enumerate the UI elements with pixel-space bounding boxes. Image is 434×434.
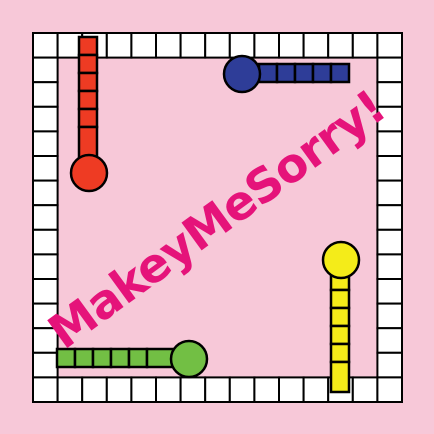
track-square (32, 179, 59, 207)
track-square (376, 327, 403, 354)
yellow-home-square (329, 360, 351, 394)
track-square (32, 130, 59, 157)
track-square (105, 376, 133, 403)
track-square (351, 376, 379, 403)
track-square (179, 376, 207, 403)
track-square (81, 376, 108, 403)
track-square (376, 302, 403, 330)
track-square (155, 32, 182, 59)
track-square (376, 351, 403, 379)
track-square (376, 179, 403, 207)
track-square (179, 32, 207, 59)
blue-home-square (311, 62, 333, 84)
track-square (253, 32, 280, 59)
track-square (376, 376, 403, 403)
blue-home-square (275, 62, 297, 84)
track-square (376, 155, 403, 182)
green-start-circle (169, 339, 209, 379)
track-square (32, 155, 59, 182)
track-square (376, 204, 403, 231)
blue-home-square (257, 62, 279, 84)
track-square (376, 56, 403, 84)
yellow-home-square (329, 342, 351, 364)
track-square (302, 32, 330, 59)
track-square (130, 32, 157, 59)
blue-start-circle (222, 54, 262, 94)
green-home-square (91, 347, 113, 369)
red-home-square (77, 89, 99, 111)
track-square (376, 32, 403, 59)
track-square (32, 56, 59, 84)
red-home-square (77, 35, 99, 57)
track-square (105, 32, 133, 59)
track-square (228, 32, 256, 59)
track-square (278, 32, 305, 59)
track-square (32, 351, 59, 379)
track-square (376, 130, 403, 157)
track-square (376, 81, 403, 108)
track-square (204, 376, 231, 403)
red-start-circle (69, 153, 109, 193)
track-square (32, 32, 59, 59)
blue-home-square (293, 62, 315, 84)
track-square (155, 376, 182, 403)
track-square (32, 105, 59, 133)
track-square (278, 376, 305, 403)
track-square (327, 32, 354, 59)
track-square (302, 376, 330, 403)
red-home-square (77, 53, 99, 75)
track-square (376, 278, 403, 305)
green-home-square (127, 347, 149, 369)
track-square (351, 32, 379, 59)
green-home-square (109, 347, 131, 369)
yellow-home-square (329, 324, 351, 346)
track-square (32, 376, 59, 403)
track-square (376, 228, 403, 256)
track-square (253, 376, 280, 403)
track-square (228, 376, 256, 403)
track-square (32, 81, 59, 108)
track-square (32, 228, 59, 256)
track-square (32, 253, 59, 280)
track-square (204, 32, 231, 59)
blue-home-square (329, 62, 351, 84)
red-home-square (77, 71, 99, 93)
yellow-home-square (329, 306, 351, 328)
track-square (376, 253, 403, 280)
track-square (56, 376, 84, 403)
yellow-start-circle (321, 240, 361, 280)
track-square (32, 204, 59, 231)
red-home-square (77, 107, 99, 129)
track-square (32, 278, 59, 305)
track-square (130, 376, 157, 403)
yellow-home-square (329, 288, 351, 310)
